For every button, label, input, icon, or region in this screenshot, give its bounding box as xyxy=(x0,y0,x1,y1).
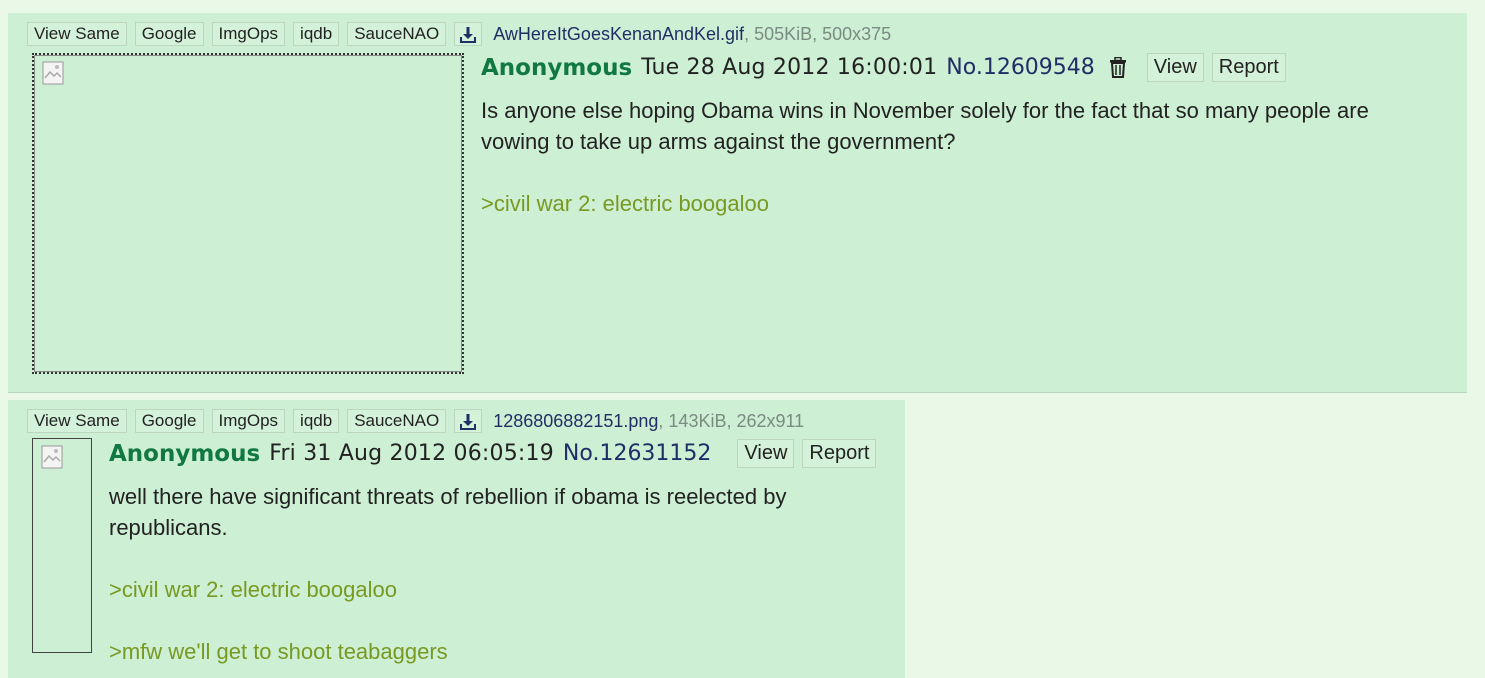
post-text-line: vowing to take up arms against the gover… xyxy=(481,129,956,154)
greentext-quote: >mfw we'll get to shoot teabaggers xyxy=(109,639,448,664)
file-name-link[interactable]: 1286806882151.png xyxy=(493,411,658,432)
saucenao-button[interactable]: SauceNAO xyxy=(347,409,447,433)
file-name-link[interactable]: AwHereItGoesKenanAndKel.gif xyxy=(493,24,744,45)
saucenao-button[interactable]: SauceNAO xyxy=(347,22,447,46)
download-button[interactable] xyxy=(454,22,483,46)
trash-icon xyxy=(1109,57,1126,78)
file-toolbar: View Same Google ImgOps iqdb SauceNAO Aw… xyxy=(27,21,891,47)
post-text-line: Is anyone else hoping Obama wins in Nove… xyxy=(481,98,1369,123)
imgops-button[interactable]: ImgOps xyxy=(211,22,286,46)
greentext-quote: >civil war 2: electric boogaloo xyxy=(109,577,397,602)
iqdb-button[interactable]: iqdb xyxy=(293,409,340,433)
post-12609548: View Same Google ImgOps iqdb SauceNAO Aw… xyxy=(8,13,1467,393)
post-thumbnail[interactable] xyxy=(32,438,92,653)
greentext-quote: >civil war 2: electric boogaloo xyxy=(481,191,769,216)
post-date: Fri 31 Aug 2012 06:05:19 xyxy=(269,441,554,466)
file-toolbar: View Same Google ImgOps iqdb SauceNAO 12… xyxy=(27,408,804,434)
post-text-line: republicans. xyxy=(109,515,228,540)
file-meta: , 143KiB, 262x911 xyxy=(658,410,805,431)
post-body: Is anyone else hoping Obama wins in Nove… xyxy=(481,95,1369,219)
post-text-line: well there have significant threats of r… xyxy=(109,484,787,509)
download-icon xyxy=(460,26,477,43)
post-number-link[interactable]: No.12609548 xyxy=(946,55,1095,80)
post-number-link[interactable]: No.12631152 xyxy=(563,441,712,466)
imgops-button[interactable]: ImgOps xyxy=(211,409,286,433)
post-date: Tue 28 Aug 2012 16:00:01 xyxy=(641,55,938,80)
view-button[interactable]: View xyxy=(1146,53,1204,82)
delete-button[interactable] xyxy=(1109,57,1127,78)
poster-name: Anonymous xyxy=(109,440,261,467)
google-search-button[interactable]: Google xyxy=(134,409,204,433)
broken-image-icon xyxy=(41,445,63,469)
iqdb-button[interactable]: iqdb xyxy=(293,22,340,46)
download-icon xyxy=(460,413,477,430)
report-button[interactable]: Report xyxy=(802,439,877,468)
post-header: Anonymous Tue 28 Aug 2012 16:00:01 No.12… xyxy=(481,53,1294,82)
post-12631152: View Same Google ImgOps iqdb SauceNAO 12… xyxy=(8,400,905,678)
view-button[interactable]: View xyxy=(737,439,795,468)
google-search-button[interactable]: Google xyxy=(134,22,204,46)
post-body: well there have significant threats of r… xyxy=(109,481,786,667)
report-button[interactable]: Report xyxy=(1211,53,1286,82)
download-button[interactable] xyxy=(454,409,483,433)
post-thumbnail[interactable] xyxy=(32,53,464,374)
poster-name: Anonymous xyxy=(481,54,633,81)
view-same-button[interactable]: View Same xyxy=(27,22,127,46)
post-header: Anonymous Fri 31 Aug 2012 06:05:19 No.12… xyxy=(109,439,884,468)
view-same-button[interactable]: View Same xyxy=(27,409,127,433)
file-meta: , 505KiB, 500x375 xyxy=(744,23,892,44)
broken-image-icon xyxy=(42,61,64,85)
